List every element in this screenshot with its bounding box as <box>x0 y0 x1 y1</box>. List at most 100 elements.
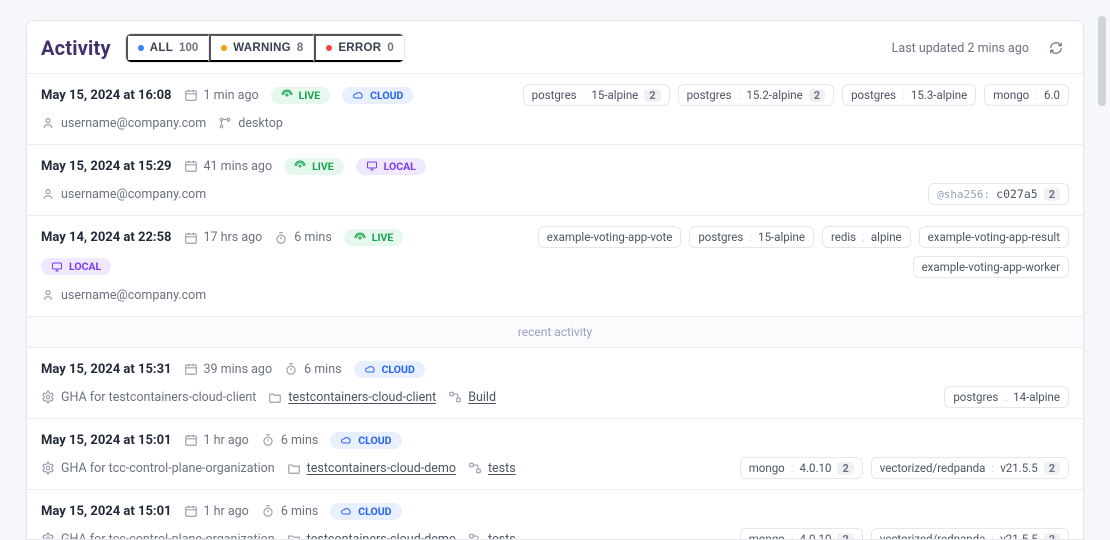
repo-link[interactable]: testcontainers-cloud-demo <box>307 461 456 476</box>
filter-warning[interactable]: WARNING8 <box>209 34 314 62</box>
cloud-pill: CLOUD <box>354 361 425 378</box>
pill-label: LIVE <box>372 231 394 244</box>
job-link[interactable]: tests <box>488 532 516 540</box>
tag-chip[interactable]: @sha256: c027a5 2 <box>928 183 1069 205</box>
activity-header: Activity ALL100WARNING8ERROR0 Last updat… <box>27 21 1083 73</box>
duration-text: 6 mins <box>294 230 331 245</box>
pill-label: CLOUD <box>382 363 415 376</box>
duration: 6 mins <box>261 504 318 519</box>
tag-count: 2 <box>837 462 853 475</box>
tag-separator: : <box>791 532 794 539</box>
pill-label: LOCAL <box>384 160 416 173</box>
user-email: username@company.com <box>61 116 206 131</box>
activity-row[interactable]: May 15, 2024 at 15:29 41 mins ago LIVE LOCA… <box>27 144 1083 215</box>
tag-name: example-voting-app-worker <box>922 260 1060 274</box>
tag-chip[interactable]: postgres : 15-alpine <box>689 226 814 248</box>
tag-chip[interactable]: mongo : 4.0.10 2 <box>740 528 863 539</box>
tag-chip[interactable]: postgres : 14-alpine <box>944 386 1069 408</box>
tag-chip[interactable]: redis : alpine <box>822 226 911 248</box>
job-link[interactable]: Build <box>468 390 496 405</box>
repo-link[interactable]: testcontainers-cloud-client <box>288 390 436 405</box>
tag-chip[interactable]: postgres : 15.2-alpine 2 <box>678 84 834 106</box>
chips: mongo : 4.0.10 2 vectorized/redpanda : v2… <box>740 528 1069 539</box>
gear-icon <box>41 390 55 404</box>
job: tests <box>468 532 516 540</box>
refresh-icon <box>1049 41 1063 55</box>
repo: testcontainers-cloud-demo <box>287 532 456 540</box>
user: username@company.com <box>41 116 206 131</box>
tag-version: 15.3-alpine <box>911 88 967 102</box>
digest-value: c027a5 <box>996 187 1038 201</box>
local-pill: LOCAL <box>356 158 426 175</box>
tag-count: 2 <box>1044 188 1060 201</box>
flow-icon <box>448 390 462 404</box>
tag-chip[interactable]: vectorized/redpanda : v21.5.5 2 <box>871 457 1069 479</box>
tag-chip[interactable]: mongo : 6.0 <box>984 84 1069 106</box>
chips: mongo : 4.0.10 2 vectorized/redpanda : v2… <box>740 457 1069 479</box>
tag-chip[interactable]: example-voting-app-vote <box>538 226 682 248</box>
tag-chip[interactable]: mongo : 4.0.10 2 <box>740 457 863 479</box>
digest-prefix: @sha256: <box>937 188 990 201</box>
tag-version: v21.5.5 <box>1000 532 1038 539</box>
activity-row[interactable]: May 14, 2024 at 22:5817 hrs ago6 minsLIV… <box>27 215 1083 316</box>
timestamp: May 15, 2024 at 15:29 <box>41 159 172 174</box>
pill-label: CLOUD <box>370 89 403 102</box>
age-text: 41 mins ago <box>204 159 273 174</box>
tag-count: 2 <box>837 533 853 540</box>
tag-separator: : <box>991 461 994 475</box>
duration: 6 mins <box>274 230 331 245</box>
tag-separator: : <box>791 461 794 475</box>
tag-name: vectorized/redpanda <box>880 532 986 539</box>
timestamp: May 14, 2024 at 22:58 <box>41 230 172 245</box>
activity-row[interactable]: May 15, 2024 at 15:3139 mins ago6 minsCL… <box>27 347 1083 418</box>
user: username@company.com <box>41 288 206 303</box>
user-icon <box>41 187 55 201</box>
filter-all[interactable]: ALL100 <box>126 34 209 62</box>
scrollbar-thumb[interactable] <box>1098 16 1106 106</box>
age: 1 hr ago <box>184 433 249 448</box>
gha: GHA for tcc-control-plane-organization <box>41 532 275 540</box>
repo: testcontainers-cloud-client <box>268 390 436 405</box>
age-text: 1 hr ago <box>204 504 249 519</box>
repo-link[interactable]: testcontainers-cloud-demo <box>307 532 456 540</box>
tag-chip[interactable]: example-voting-app-result <box>919 226 1069 248</box>
tag-chip[interactable]: postgres : 15.3-alpine <box>842 84 976 106</box>
stopwatch-icon <box>261 433 275 447</box>
dot-icon <box>138 45 144 51</box>
tag-name: vectorized/redpanda <box>880 461 986 475</box>
gear-icon <box>41 532 55 539</box>
tag-name: mongo <box>993 88 1029 102</box>
activity-row[interactable]: May 15, 2024 at 15:011 hr ago6 minsCLOUD… <box>27 418 1083 489</box>
tag-count: 2 <box>1044 462 1060 475</box>
activity-row[interactable]: May 15, 2024 at 16:081 min agoLIVECLOUD … <box>27 73 1083 144</box>
chips: postgres : 14-alpine <box>944 386 1069 408</box>
live-pill: LIVE <box>284 158 344 175</box>
tag-chip[interactable]: vectorized/redpanda : v21.5.5 2 <box>871 528 1069 539</box>
recent-activity-divider: recent activity <box>27 316 1083 347</box>
duration: 6 mins <box>284 362 341 377</box>
last-updated-label: Last updated 2 mins ago <box>892 41 1029 56</box>
refresh-button[interactable] <box>1043 35 1069 61</box>
user-email: username@company.com <box>61 288 206 303</box>
tag-chip[interactable]: postgres : 15-alpine 2 <box>523 84 670 106</box>
tag-version: 4.0.10 <box>800 532 832 539</box>
user-icon <box>41 288 55 302</box>
scrollbar[interactable] <box>1098 10 1106 530</box>
stopwatch-icon <box>261 504 275 518</box>
tag-name: postgres <box>953 390 998 404</box>
tag-name: postgres <box>698 230 743 244</box>
tag-version: 15-alpine <box>758 230 805 244</box>
tag-chip[interactable]: example-voting-app-worker <box>913 256 1069 278</box>
tag-name: postgres <box>532 88 577 102</box>
job: Build <box>448 390 496 405</box>
tag-version: 14-alpine <box>1013 390 1060 404</box>
tag-name: mongo <box>749 532 785 539</box>
job-link[interactable]: tests <box>488 461 516 476</box>
timestamp: May 15, 2024 at 15:31 <box>41 362 172 377</box>
activity-row[interactable]: May 15, 2024 at 15:011 hr ago6 minsCLOUD… <box>27 489 1083 539</box>
activity-panel: Activity ALL100WARNING8ERROR0 Last updat… <box>26 20 1084 540</box>
filter-group: ALL100WARNING8ERROR0 <box>125 33 405 63</box>
user-email: username@company.com <box>61 187 206 202</box>
pill-label: CLOUD <box>358 505 391 518</box>
filter-error[interactable]: ERROR0 <box>314 34 403 62</box>
